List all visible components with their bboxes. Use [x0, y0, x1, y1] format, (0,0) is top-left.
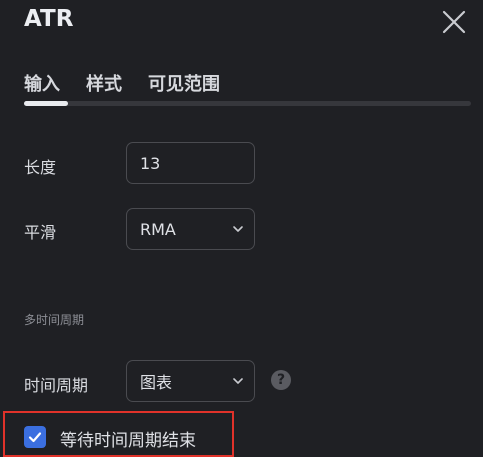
smoothing-value: RMA	[140, 219, 176, 239]
checkmark-icon	[28, 432, 42, 443]
timeframe-label: 时间周期	[24, 376, 89, 395]
timeframe-select[interactable]: 图表	[126, 360, 255, 402]
timeframe-value: 图表	[140, 373, 173, 392]
length-label: 长度	[24, 158, 57, 177]
smoothing-select[interactable]: RMA	[126, 208, 255, 250]
length-field[interactable]	[126, 142, 255, 184]
indicator-settings-dialog: ATR 输入 样式 可见范围 长度 平滑 RMA 多时间周期 时间周期 图表 ?	[0, 0, 483, 457]
chevron-down-icon	[233, 378, 243, 384]
help-icon[interactable]: ?	[271, 370, 291, 390]
close-icon[interactable]	[440, 8, 468, 36]
length-input[interactable]	[140, 153, 240, 173]
wait-for-close-checkbox[interactable]	[24, 426, 46, 448]
section-title-multi-timeframe: 多时间周期	[24, 313, 85, 327]
wait-for-close-label[interactable]: 等待时间周期结束	[60, 426, 196, 451]
chevron-down-icon	[233, 226, 243, 232]
dialog-title: ATR	[24, 6, 74, 32]
tab-track	[24, 101, 471, 106]
smoothing-label: 平滑	[24, 223, 57, 242]
active-tab-indicator	[24, 101, 68, 106]
